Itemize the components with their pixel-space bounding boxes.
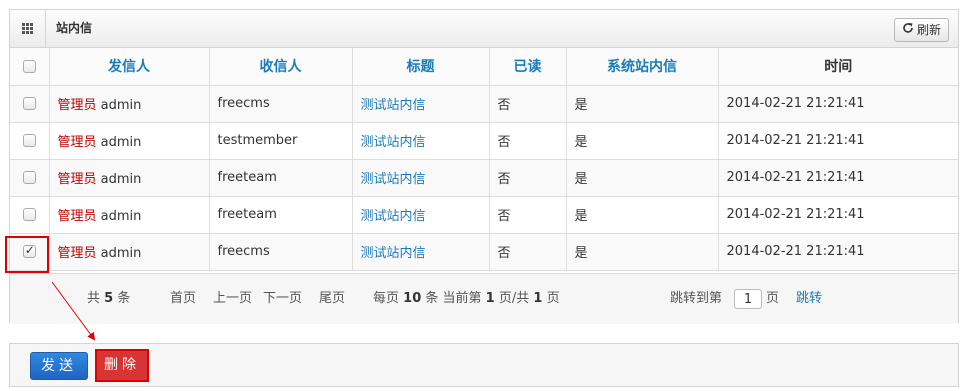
- sender-name: admin: [100, 172, 142, 187]
- column-header-recipient[interactable]: 收信人: [208, 48, 353, 86]
- recipient-cell: freecms: [208, 232, 353, 271]
- time-cell: 2014-02-21 21:21:41: [717, 84, 958, 123]
- sender-cell: 管理员 admin: [48, 232, 210, 271]
- read-cell: 否: [488, 232, 567, 271]
- table-row: 管理员 admin freeteam 测试站内信 否 是 2014-02-21 …: [10, 195, 958, 234]
- message-title-link[interactable]: 测试站内信: [361, 135, 426, 150]
- title-cell: 测试站内信: [351, 84, 490, 123]
- row-checkbox[interactable]: [22, 171, 36, 184]
- row-select-cell: [10, 121, 50, 160]
- table-header-row: 发信人 收信人 标题 已读 系统站内信 时间: [10, 48, 958, 86]
- panel-header: 站内信 刷新: [10, 10, 958, 48]
- recipient-cell: freeteam: [208, 195, 353, 234]
- message-title-link[interactable]: 测试站内信: [361, 98, 426, 113]
- column-header-time[interactable]: 时间: [717, 48, 958, 86]
- messages-panel: 站内信 刷新 发信人 收信人 标题 已读 系统站内信 时间 管理员 admin …: [9, 9, 959, 324]
- sender-role: 管理员: [57, 135, 97, 150]
- time-cell: 2014-02-21 21:21:41: [717, 158, 958, 197]
- total-count: 共 5 条: [87, 291, 131, 306]
- message-title-link[interactable]: 测试站内信: [361, 209, 426, 224]
- system-cell: 是: [565, 232, 719, 271]
- system-cell: 是: [565, 158, 719, 197]
- refresh-button[interactable]: 刷新: [893, 18, 949, 42]
- title-cell: 测试站内信: [351, 195, 490, 234]
- table-row: 管理员 admin freeteam 测试站内信 否 是 2014-02-21 …: [10, 158, 958, 197]
- read-cell: 否: [488, 121, 567, 160]
- jump-button[interactable]: 跳转: [796, 274, 822, 324]
- first-page-link[interactable]: 首页: [170, 274, 196, 324]
- row-checkbox[interactable]: [22, 97, 36, 110]
- pagination-bar: 共 5 条 首页 上一页 下一页 尾页 每页 10 条 当前第 1 页/共 1 …: [10, 273, 958, 324]
- sender-role: 管理员: [57, 172, 97, 187]
- sender-role: 管理员: [57, 209, 97, 224]
- table-row: 管理员 admin testmember 测试站内信 否 是 2014-02-2…: [10, 121, 958, 160]
- sender-name: admin: [100, 209, 142, 224]
- system-cell: 是: [565, 195, 719, 234]
- jump-page-input[interactable]: [734, 289, 762, 309]
- sender-cell: 管理员 admin: [48, 84, 210, 123]
- sender-cell: 管理员 admin: [48, 195, 210, 234]
- sender-cell: 管理员 admin: [48, 158, 210, 197]
- read-cell: 否: [488, 195, 567, 234]
- recipient-cell: freecms: [208, 84, 353, 123]
- sender-name: admin: [100, 246, 142, 261]
- sender-role: 管理员: [57, 98, 97, 113]
- sender-role: 管理员: [57, 246, 97, 261]
- select-all-checkbox[interactable]: [22, 59, 36, 73]
- title-cell: 测试站内信: [351, 158, 490, 197]
- sender-name: admin: [100, 98, 142, 113]
- send-button[interactable]: 发送: [30, 352, 88, 380]
- panel-title: 站内信: [56, 21, 93, 35]
- last-page-link[interactable]: 尾页: [319, 274, 345, 324]
- column-header-title[interactable]: 标题: [351, 48, 490, 86]
- highlight-box-checkbox: [5, 236, 49, 273]
- table-row: 管理员 admin freecms 测试站内信 否 是 2014-02-21 2…: [10, 232, 958, 271]
- column-header-sender[interactable]: 发信人: [48, 48, 210, 86]
- grid-icon: [10, 10, 46, 47]
- page-info: 每页 10 条 当前第 1 页/共 1 页: [373, 291, 560, 306]
- jump-label: 跳转到第: [670, 291, 723, 306]
- messages-table: 发信人 收信人 标题 已读 系统站内信 时间 管理员 admin freecms…: [10, 48, 958, 271]
- time-cell: 2014-02-21 21:21:41: [717, 232, 958, 271]
- recipient-cell: freeteam: [208, 158, 353, 197]
- action-bar: 发送 删除: [9, 343, 959, 387]
- table-row: 管理员 admin freecms 测试站内信 否 是 2014-02-21 2…: [10, 84, 958, 123]
- sender-name: admin: [100, 135, 142, 150]
- next-page-link[interactable]: 下一页: [263, 274, 302, 324]
- jump-suffix: 页: [766, 291, 780, 306]
- time-cell: 2014-02-21 21:21:41: [717, 195, 958, 234]
- time-cell: 2014-02-21 21:21:41: [717, 121, 958, 160]
- row-checkbox[interactable]: [22, 134, 36, 147]
- prev-page-link[interactable]: 上一页: [213, 274, 252, 324]
- row-select-cell: [10, 158, 50, 197]
- read-cell: 否: [488, 84, 567, 123]
- refresh-label: 刷新: [916, 23, 941, 37]
- select-all-cell: [10, 48, 50, 86]
- message-title-link[interactable]: 测试站内信: [361, 172, 426, 187]
- system-cell: 是: [565, 121, 719, 160]
- column-header-system[interactable]: 系统站内信: [565, 48, 719, 86]
- sender-cell: 管理员 admin: [48, 121, 210, 160]
- delete-button[interactable]: 删除: [95, 349, 149, 382]
- system-cell: 是: [565, 84, 719, 123]
- column-header-read[interactable]: 已读: [488, 48, 567, 86]
- message-title-link[interactable]: 测试站内信: [361, 246, 426, 261]
- title-cell: 测试站内信: [351, 232, 490, 271]
- row-select-cell: [10, 84, 50, 123]
- read-cell: 否: [488, 158, 567, 197]
- row-select-cell: [10, 195, 50, 234]
- title-cell: 测试站内信: [351, 121, 490, 160]
- row-checkbox[interactable]: [22, 208, 36, 221]
- recipient-cell: testmember: [208, 121, 353, 160]
- refresh-icon: [902, 19, 914, 41]
